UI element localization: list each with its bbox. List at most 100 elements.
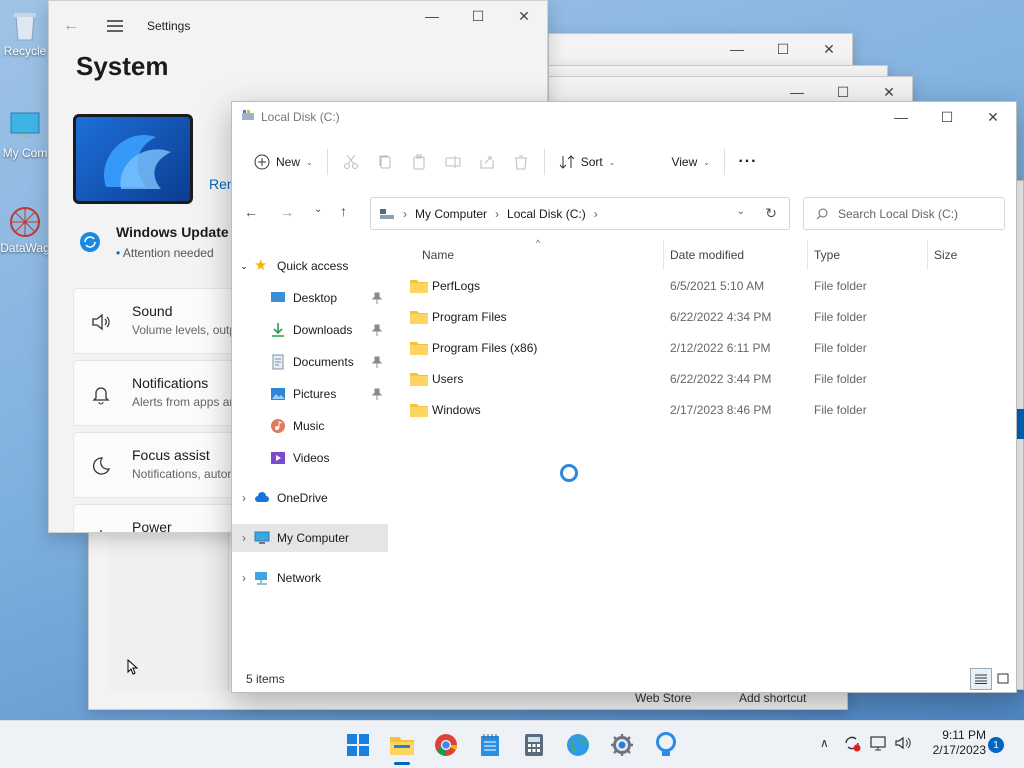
back-arrow-icon[interactable]: ← <box>49 17 93 35</box>
system-clock[interactable]: 9:11 PM 2/17/2023 <box>922 728 986 758</box>
folder-icon <box>410 373 428 386</box>
column-divider[interactable] <box>663 240 664 270</box>
nav-music[interactable]: Music <box>232 412 388 440</box>
explorer-window-title: Local Disk (C:) <box>261 110 340 124</box>
monitor-icon <box>254 530 270 546</box>
taskbar-file-explorer-icon[interactable] <box>386 729 418 761</box>
minimize-icon[interactable]: — <box>409 1 455 31</box>
notification-badge[interactable]: 1 <box>988 737 1004 753</box>
close-icon[interactable]: ✕ <box>806 34 852 64</box>
maximize-icon[interactable]: ☐ <box>455 1 501 31</box>
background-window-3[interactable]: — ☐ ✕ <box>548 76 913 104</box>
delete-icon[interactable] <box>504 146 538 178</box>
nav-quick-access[interactable]: ⌄ ★ Quick access <box>232 252 388 280</box>
pin-icon[interactable] <box>371 388 383 400</box>
desktop-icon-datawag[interactable]: DataWag <box>0 205 50 255</box>
desktop-icon-my-computer[interactable]: My Com <box>0 110 50 160</box>
collapsed-chevron-icon[interactable]: › <box>234 491 254 505</box>
sort-button-label: Sort <box>580 155 603 169</box>
nav-my-computer[interactable]: › My Computer <box>232 524 388 552</box>
up-arrow-icon[interactable]: ↑ <box>340 203 347 219</box>
nav-onedrive[interactable]: › OneDrive <box>232 484 388 512</box>
settings-window-title: Settings <box>147 19 191 33</box>
paste-icon[interactable] <box>402 146 436 178</box>
close-icon[interactable]: ✕ <box>501 1 547 31</box>
maximize-icon[interactable]: ☐ <box>760 34 806 64</box>
column-header-size[interactable]: Size <box>934 240 957 270</box>
page-title: System <box>76 51 169 81</box>
background-window-1[interactable]: — ☐ ✕ <box>548 33 853 68</box>
large-icons-view-icon[interactable] <box>994 670 1012 688</box>
expanded-chevron-icon[interactable]: ⌄ <box>234 261 254 272</box>
cut-icon[interactable] <box>334 146 368 178</box>
address-bar[interactable]: › My Computer › Local Disk (C:) › ⌄ ↻ <box>370 197 790 230</box>
taskbar-settings-gear-icon[interactable] <box>606 729 638 761</box>
more-options-icon[interactable]: ··· <box>731 146 765 178</box>
sort-button[interactable]: Sort ⌄ <box>551 146 624 178</box>
collapsed-chevron-icon[interactable]: › <box>234 571 254 585</box>
column-divider[interactable] <box>927 240 928 270</box>
sync-alert-icon[interactable] <box>843 734 861 755</box>
videos-icon <box>270 450 286 466</box>
nav-item-label: Network <box>277 571 322 585</box>
nav-downloads[interactable]: Downloads <box>232 316 388 344</box>
taskbar-tips-lightbulb-icon[interactable] <box>650 729 682 761</box>
minimize-icon[interactable]: — <box>878 102 924 132</box>
windows-update-title[interactable]: Windows Update <box>116 224 229 240</box>
nav-videos[interactable]: Videos <box>232 444 388 472</box>
address-dropdown-icon[interactable]: ⌄ <box>737 206 745 217</box>
chevron-down-icon: ⌄ <box>608 157 616 167</box>
web-store-text: Web Store <box>635 691 692 705</box>
column-header-date-modified[interactable]: Date modified <box>670 240 744 270</box>
nav-pictures[interactable]: Pictures <box>232 380 388 408</box>
recent-locations-chevron-icon[interactable]: ⌄ <box>314 204 322 215</box>
collapsed-chevron-icon[interactable]: › <box>234 531 254 545</box>
column-header-name[interactable]: Name <box>422 240 454 270</box>
back-arrow-icon[interactable]: ← <box>244 204 258 220</box>
nav-documents[interactable]: Documents <box>232 348 388 376</box>
refresh-icon[interactable]: ↻ <box>765 205 777 222</box>
table-row[interactable]: Windows 2/17/2023 8:46 PM File folder <box>402 395 1002 425</box>
drive-icon <box>241 109 255 125</box>
close-icon[interactable]: ✕ <box>970 102 1016 132</box>
desktop-wallpaper-preview <box>73 114 193 204</box>
search-box[interactable]: Search Local Disk (C:) <box>803 197 1005 230</box>
pin-icon[interactable] <box>371 324 383 336</box>
share-icon[interactable] <box>470 146 504 178</box>
view-button[interactable]: View ⌄ <box>663 146 718 178</box>
breadcrumb-local-disk[interactable]: Local Disk (C:) <box>507 207 586 221</box>
minimize-icon[interactable]: — <box>714 34 760 64</box>
breadcrumb-my-computer[interactable]: My Computer <box>415 207 487 221</box>
nav-network[interactable]: › Network <box>232 564 388 592</box>
rename-icon[interactable] <box>436 146 470 178</box>
taskbar-calculator-icon[interactable] <box>518 729 550 761</box>
forward-arrow-icon[interactable]: → <box>280 204 294 220</box>
table-row[interactable]: Users 6/22/2022 3:44 PM File folder <box>402 364 1002 394</box>
hamburger-menu-icon[interactable] <box>93 20 137 32</box>
maximize-icon[interactable]: ☐ <box>924 102 970 132</box>
show-hidden-icons-chevron-icon[interactable]: ∧ <box>820 736 829 750</box>
copy-icon[interactable] <box>368 146 402 178</box>
music-icon <box>270 418 286 434</box>
taskbar-chrome-icon[interactable] <box>430 729 462 761</box>
table-row[interactable]: PerfLogs 6/5/2021 5:10 AM File folder <box>402 271 1002 301</box>
table-row[interactable]: Program Files 6/22/2022 4:34 PM File fol… <box>402 302 1002 332</box>
file-explorer-window[interactable]: Local Disk (C:) — ☐ ✕ New ⌄ Sort ⌄ View … <box>231 101 1017 764</box>
taskbar-maps-globe-icon[interactable] <box>562 729 594 761</box>
column-header-type[interactable]: Type <box>814 240 840 270</box>
folder-icon <box>410 311 428 324</box>
volume-icon[interactable] <box>894 734 912 755</box>
network-status-icon[interactable] <box>870 734 888 755</box>
new-button-label: New <box>276 155 301 169</box>
table-row[interactable]: Program Files (x86) 2/12/2022 6:11 PM Fi… <box>402 333 1002 363</box>
column-divider[interactable] <box>807 240 808 270</box>
file-date: 6/22/2022 4:34 PM <box>670 310 772 324</box>
desktop-icon-recycle-bin[interactable]: Recycle <box>0 8 50 58</box>
pin-icon[interactable] <box>371 356 383 368</box>
new-button[interactable]: New ⌄ <box>246 146 321 178</box>
pin-icon[interactable] <box>371 292 383 304</box>
taskbar-notepad-icon[interactable] <box>474 729 506 761</box>
details-view-icon[interactable] <box>970 668 992 690</box>
start-button-windows-icon[interactable] <box>342 729 374 761</box>
nav-desktop[interactable]: Desktop <box>232 284 388 312</box>
